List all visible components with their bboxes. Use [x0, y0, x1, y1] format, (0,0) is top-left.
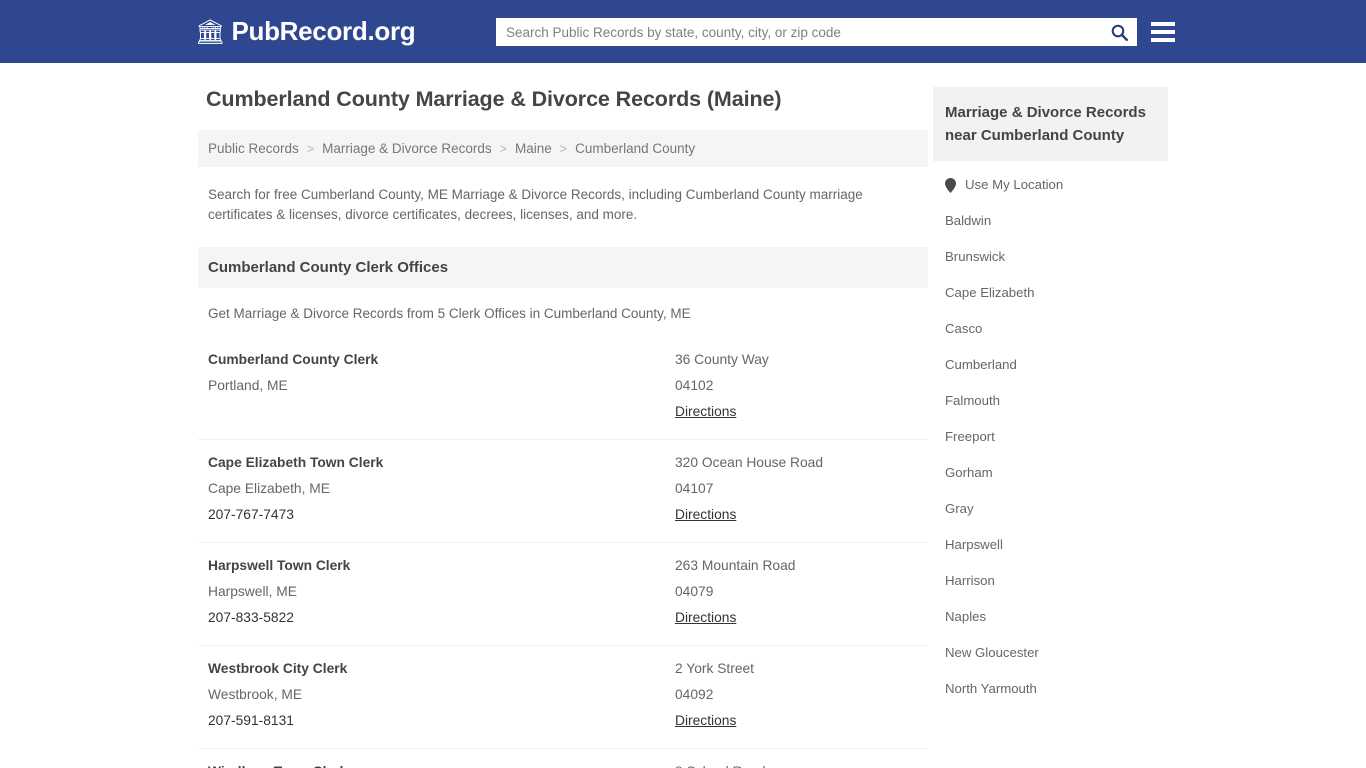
sidebar-item-gray[interactable]: Gray — [933, 491, 1168, 527]
directions-link[interactable]: Directions — [675, 708, 736, 734]
office-city: Harpswell, ME — [208, 584, 297, 599]
sidebar-item-label: Harrison — [945, 573, 995, 588]
breadcrumb-item-cumberland-county[interactable]: Cumberland County — [575, 141, 695, 156]
office-address: 8 School Road 04062 Directions — [675, 759, 918, 768]
breadcrumb-separator: > — [499, 141, 507, 156]
breadcrumb-item-public-records[interactable]: Public Records — [208, 141, 299, 156]
directions-link[interactable]: Directions — [675, 399, 736, 425]
office-phone[interactable]: 207-833-5822 — [208, 605, 675, 631]
sidebar-item-baldwin[interactable]: Baldwin — [933, 203, 1168, 239]
office-info: Harpswell Town Clerk Harpswell, ME 207-8… — [208, 553, 675, 631]
office-info: Cumberland County Clerk Portland, ME — [208, 347, 675, 425]
sidebar-item-freeport[interactable]: Freeport — [933, 419, 1168, 455]
table-row: Cumberland County Clerk Portland, ME 36 … — [198, 337, 928, 440]
sidebar-item-label: Baldwin — [945, 213, 992, 228]
office-address: 36 County Way 04102 Directions — [675, 347, 918, 425]
office-zip: 04102 — [675, 378, 714, 393]
office-zip: 04079 — [675, 584, 714, 599]
office-street: 2 York Street — [675, 661, 755, 676]
sidebar-item-label: Gorham — [945, 465, 993, 480]
sidebar-item-label: Cape Elizabeth — [945, 285, 1035, 300]
breadcrumb: Public Records > Marriage & Divorce Reco… — [198, 130, 928, 167]
office-name: Windham Town Clerk — [208, 759, 675, 768]
office-zip: 04092 — [675, 687, 714, 702]
search-icon — [1111, 24, 1128, 41]
office-zip: 04107 — [675, 481, 714, 496]
clerk-offices-list: Cumberland County Clerk Portland, ME 36 … — [198, 337, 928, 768]
office-phone[interactable]: 207-767-7473 — [208, 502, 675, 528]
sidebar-item-use-my-location[interactable]: Use My Location — [933, 167, 1168, 203]
sidebar-item-north-yarmouth[interactable]: North Yarmouth — [933, 671, 1168, 707]
sidebar-item-label: Cumberland — [945, 357, 1017, 372]
clerk-offices-section-header: Cumberland County Clerk Offices — [198, 247, 928, 288]
directions-link[interactable]: Directions — [675, 502, 736, 528]
table-row: Windham Town Clerk Windham, ME 207-892-1… — [198, 749, 928, 768]
office-city: Cape Elizabeth, ME — [208, 481, 330, 496]
office-info: Windham Town Clerk Windham, ME 207-892-1… — [208, 759, 675, 768]
sidebar-item-gorham[interactable]: Gorham — [933, 455, 1168, 491]
sidebar-item-casco[interactable]: Casco — [933, 311, 1168, 347]
sidebar-item-label: Freeport — [945, 429, 995, 444]
table-row: Cape Elizabeth Town Clerk Cape Elizabeth… — [198, 440, 928, 543]
office-city: Westbrook, ME — [208, 687, 303, 702]
sidebar-item-brunswick[interactable]: Brunswick — [933, 239, 1168, 275]
sidebar-item-label: Casco — [945, 321, 983, 336]
office-city: Portland, ME — [208, 378, 288, 393]
breadcrumb-item-marriage-divorce-records[interactable]: Marriage & Divorce Records — [322, 141, 492, 156]
logo-text: PubRecord.org — [231, 16, 416, 46]
page-intro-text: Search for free Cumberland County, ME Ma… — [208, 187, 863, 222]
office-info: Westbrook City Clerk Westbrook, ME 207-5… — [208, 656, 675, 734]
sidebar-item-label: Brunswick — [945, 249, 1006, 264]
directions-link[interactable]: Directions — [675, 605, 736, 631]
table-row: Westbrook City Clerk Westbrook, ME 207-5… — [198, 646, 928, 749]
site-header: 🏛 PubRecord.org — [0, 0, 1366, 63]
sidebar-item-label: Gray — [945, 501, 974, 516]
office-street: 263 Mountain Road — [675, 558, 796, 573]
sidebar-item-label: Falmouth — [945, 393, 1000, 408]
sidebar-item-label: Naples — [945, 609, 987, 624]
sidebar-item-new-gloucester[interactable]: New Gloucester — [933, 635, 1168, 671]
hamburger-menu-icon[interactable] — [1151, 18, 1175, 46]
map-pin-icon — [945, 177, 956, 193]
search-input[interactable] — [496, 18, 1101, 46]
bank-building-icon: 🏛 — [195, 18, 226, 46]
main-content: Cumberland County Marriage & Divorce Rec… — [198, 87, 928, 768]
sidebar-item-cumberland[interactable]: Cumberland — [933, 347, 1168, 383]
sidebar-item-cape-elizabeth[interactable]: Cape Elizabeth — [933, 275, 1168, 311]
breadcrumb-separator: > — [559, 141, 568, 156]
page-title: Cumberland County Marriage & Divorce Rec… — [206, 87, 782, 111]
search-bar — [496, 18, 1137, 46]
sidebar-item-label: New Gloucester — [945, 645, 1039, 660]
sidebar-item-falmouth[interactable]: Falmouth — [933, 383, 1168, 419]
sidebar-item-label: Use My Location — [965, 177, 1064, 192]
office-address: 320 Ocean House Road 04107 Directions — [675, 450, 918, 528]
office-address: 263 Mountain Road 04079 Directions — [675, 553, 918, 631]
sidebar-header: Marriage & Divorce Records near Cumberla… — [933, 87, 1168, 161]
page-body: Cumberland County Marriage & Divorce Rec… — [0, 63, 1366, 768]
office-info: Cape Elizabeth Town Clerk Cape Elizabeth… — [208, 450, 675, 528]
office-name: Harpswell Town Clerk — [208, 558, 351, 573]
search-button[interactable] — [1101, 18, 1137, 46]
office-name: Cumberland County Clerk — [208, 352, 379, 367]
sidebar-item-harpswell[interactable]: Harpswell — [933, 527, 1168, 563]
sidebar-item-harrison[interactable]: Harrison — [933, 563, 1168, 599]
office-street: 8 School Road — [675, 759, 918, 768]
office-street: 36 County Way — [675, 352, 769, 367]
sidebar: Marriage & Divorce Records near Cumberla… — [933, 87, 1168, 768]
office-phone[interactable]: 207-591-8131 — [208, 708, 675, 734]
office-street: 320 Ocean House Road — [675, 455, 824, 470]
clerk-offices-subtitle: Get Marriage & Divorce Records from 5 Cl… — [208, 306, 691, 321]
office-name: Westbrook City Clerk — [208, 661, 348, 676]
table-row: Harpswell Town Clerk Harpswell, ME 207-8… — [198, 543, 928, 646]
office-name: Cape Elizabeth Town Clerk — [208, 455, 384, 470]
sidebar-item-naples[interactable]: Naples — [933, 599, 1168, 635]
sidebar-item-label: North Yarmouth — [945, 681, 1037, 696]
sidebar-item-label: Harpswell — [945, 537, 1003, 552]
office-address: 2 York Street 04092 Directions — [675, 656, 918, 734]
breadcrumb-item-maine[interactable]: Maine — [515, 141, 552, 156]
breadcrumb-separator: > — [306, 141, 315, 156]
site-logo[interactable]: 🏛 PubRecord.org — [195, 16, 416, 47]
sidebar-location-list: Use My Location Baldwin Brunswick Cape E… — [933, 167, 1168, 707]
